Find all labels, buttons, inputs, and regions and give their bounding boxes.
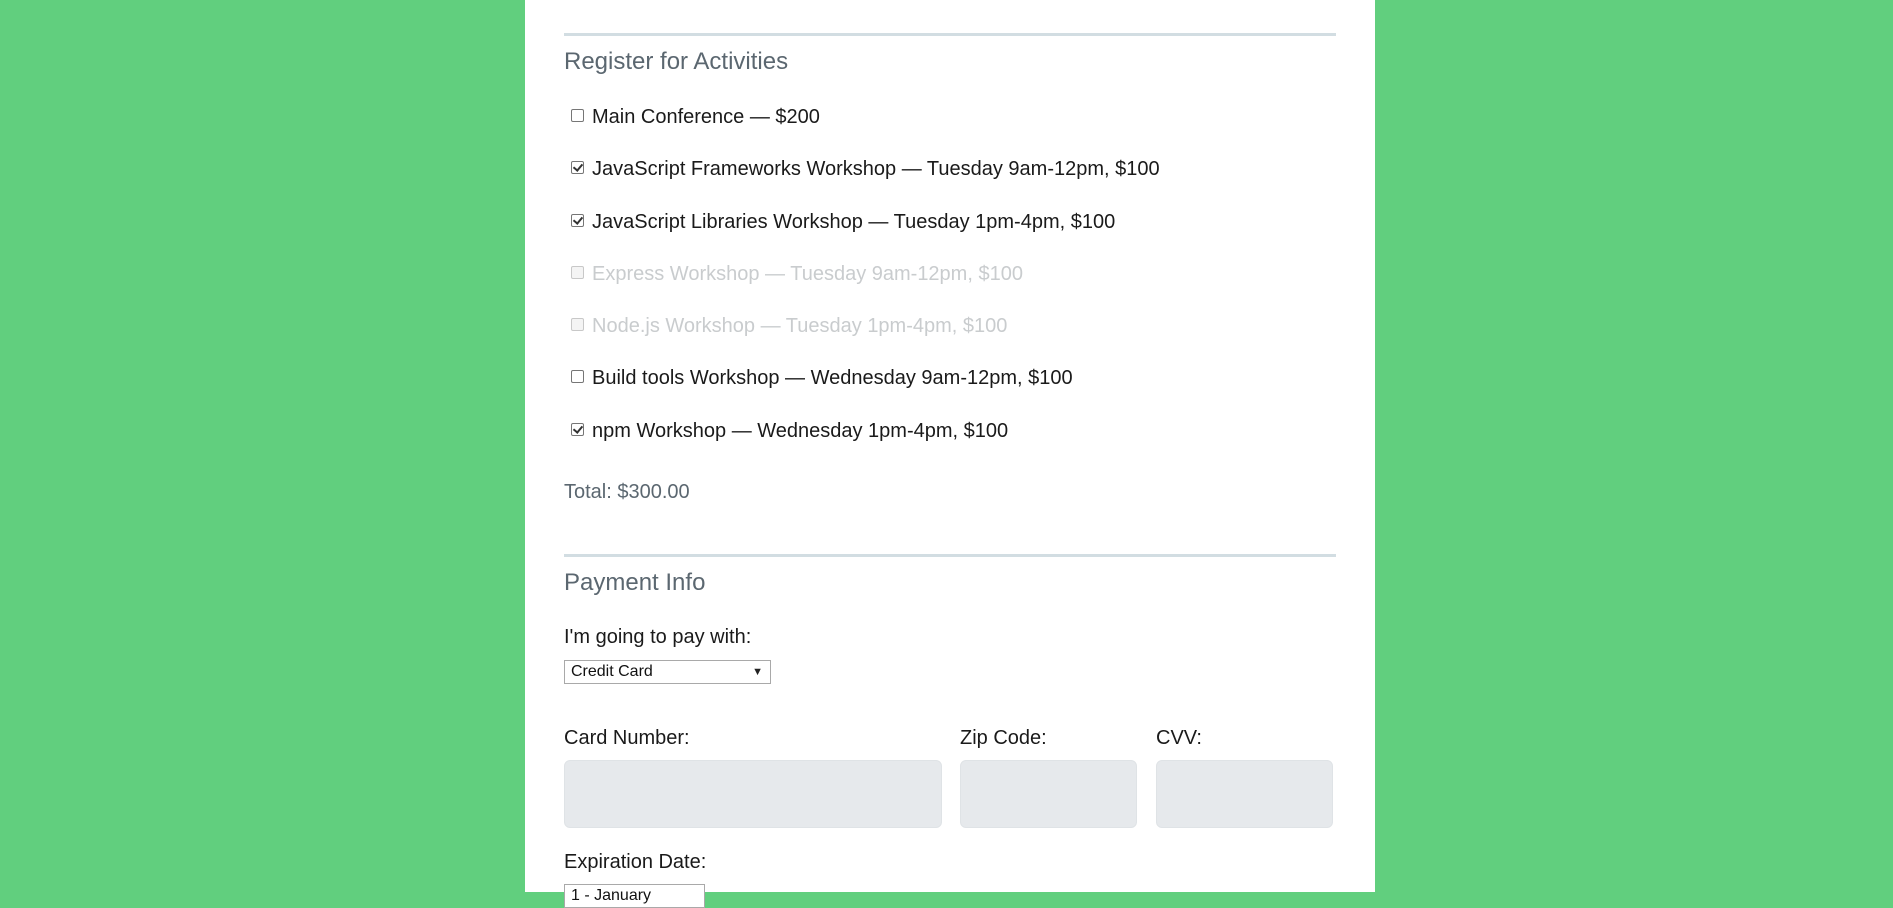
activities-total: Total: $300.00 [564,481,690,503]
payment-method-label: I'm going to pay with: [564,626,752,648]
activity-label: JavaScript Libraries Workshop — Tuesday … [592,210,1116,233]
payment-legend: Payment Info [564,569,706,596]
activity-label: JavaScript Frameworks Workshop — Tuesday… [592,157,1160,180]
activity-label: Express Workshop — Tuesday 9am-12pm, $10… [592,262,1023,285]
expiration-month-value: 1 - January [571,887,652,904]
form-panel: Register for Activities Main Conference … [525,0,1375,908]
section-divider [564,33,1336,36]
chevron-down-icon: ▼ [752,666,763,678]
activity-express: Express Workshop — Tuesday 9am-12pm, $10… [564,261,1023,287]
card-number-label: Card Number: [564,727,690,749]
card-number-field[interactable] [564,760,942,828]
activity-js-libraries[interactable]: JavaScript Libraries Workshop — Tuesday … [564,209,1115,235]
activities-legend: Register for Activities [564,48,789,75]
section-divider [564,554,1336,557]
activity-label: Build tools Workshop — Wednesday 9am-12p… [592,366,1073,389]
activity-checkbox[interactable] [571,108,584,122]
activity-checkbox[interactable] [571,422,584,436]
activity-checkbox [571,265,584,279]
activity-checkbox[interactable] [571,213,584,227]
activity-checkbox [571,317,584,331]
activity-checkbox[interactable] [571,160,584,174]
cvv-field[interactable] [1156,760,1333,828]
activity-main-conference[interactable]: Main Conference — $200 [564,104,820,130]
payment-method-select[interactable]: Credit Card ▼ [564,660,771,684]
payment-method-value: Credit Card [571,663,653,680]
activity-label: npm Workshop — Wednesday 1pm-4pm, $100 [592,419,1009,442]
expiration-date-label: Expiration Date: [564,851,707,873]
expiration-month-select[interactable]: 1 - January [564,884,705,908]
activity-build-tools[interactable]: Build tools Workshop — Wednesday 9am-12p… [564,365,1073,391]
zip-code-label: Zip Code: [960,727,1047,749]
activity-js-frameworks[interactable]: JavaScript Frameworks Workshop — Tuesday… [564,156,1160,182]
cvv-label: CVV: [1156,727,1202,749]
zip-code-field[interactable] [960,760,1137,828]
activity-npm[interactable]: npm Workshop — Wednesday 1pm-4pm, $100 [564,418,1008,444]
activity-checkbox[interactable] [571,369,584,383]
activity-nodejs: Node.js Workshop — Tuesday 1pm-4pm, $100 [564,313,1007,339]
activity-label: Node.js Workshop — Tuesday 1pm-4pm, $100 [592,314,1008,337]
activity-label: Main Conference — $200 [592,105,820,128]
